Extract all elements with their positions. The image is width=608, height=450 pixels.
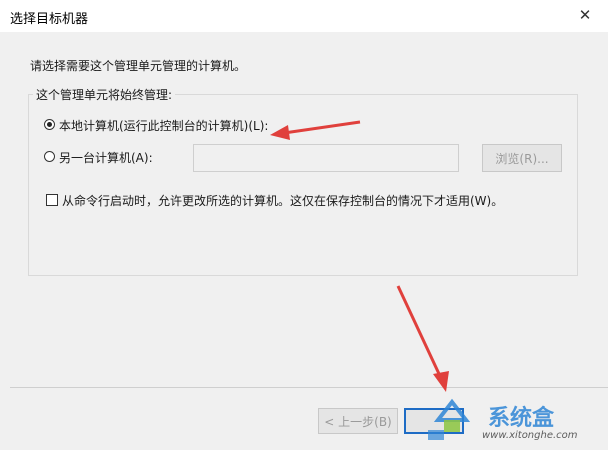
watermark-name: 系统盒 xyxy=(488,406,555,431)
arrow-to-next-button xyxy=(396,285,449,392)
watermark-url: www.xitonghe.com xyxy=(482,430,578,441)
arrow-to-local-option xyxy=(270,120,361,140)
annotation-arrows xyxy=(270,120,449,392)
watermark-logo-icon xyxy=(428,398,471,440)
